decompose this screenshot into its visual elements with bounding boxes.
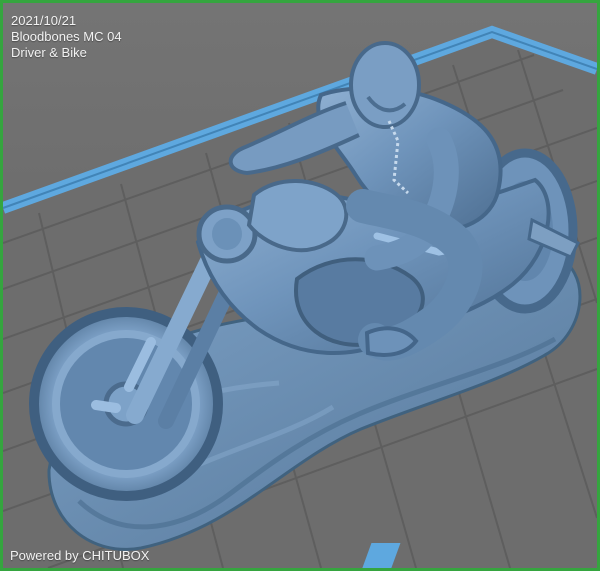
rider-head [349,41,421,129]
date-label: 2021/10/21 [11,13,77,28]
model-info-overlay: 2021/10/21 Bloodbones MC 04 Driver & Bik… [11,13,122,61]
model-name-label: Bloodbones MC 04 [11,29,122,44]
model-subtitle-label: Driver & Bike [11,45,87,60]
3d-viewport[interactable]: 2021/10/21 Bloodbones MC 04 Driver & Bik… [3,3,597,568]
viewer-frame: 2021/10/21 Bloodbones MC 04 Driver & Bik… [0,0,600,571]
powered-by-label: Powered by CHITUBOX [10,548,150,563]
print-scene[interactable] [3,3,597,568]
